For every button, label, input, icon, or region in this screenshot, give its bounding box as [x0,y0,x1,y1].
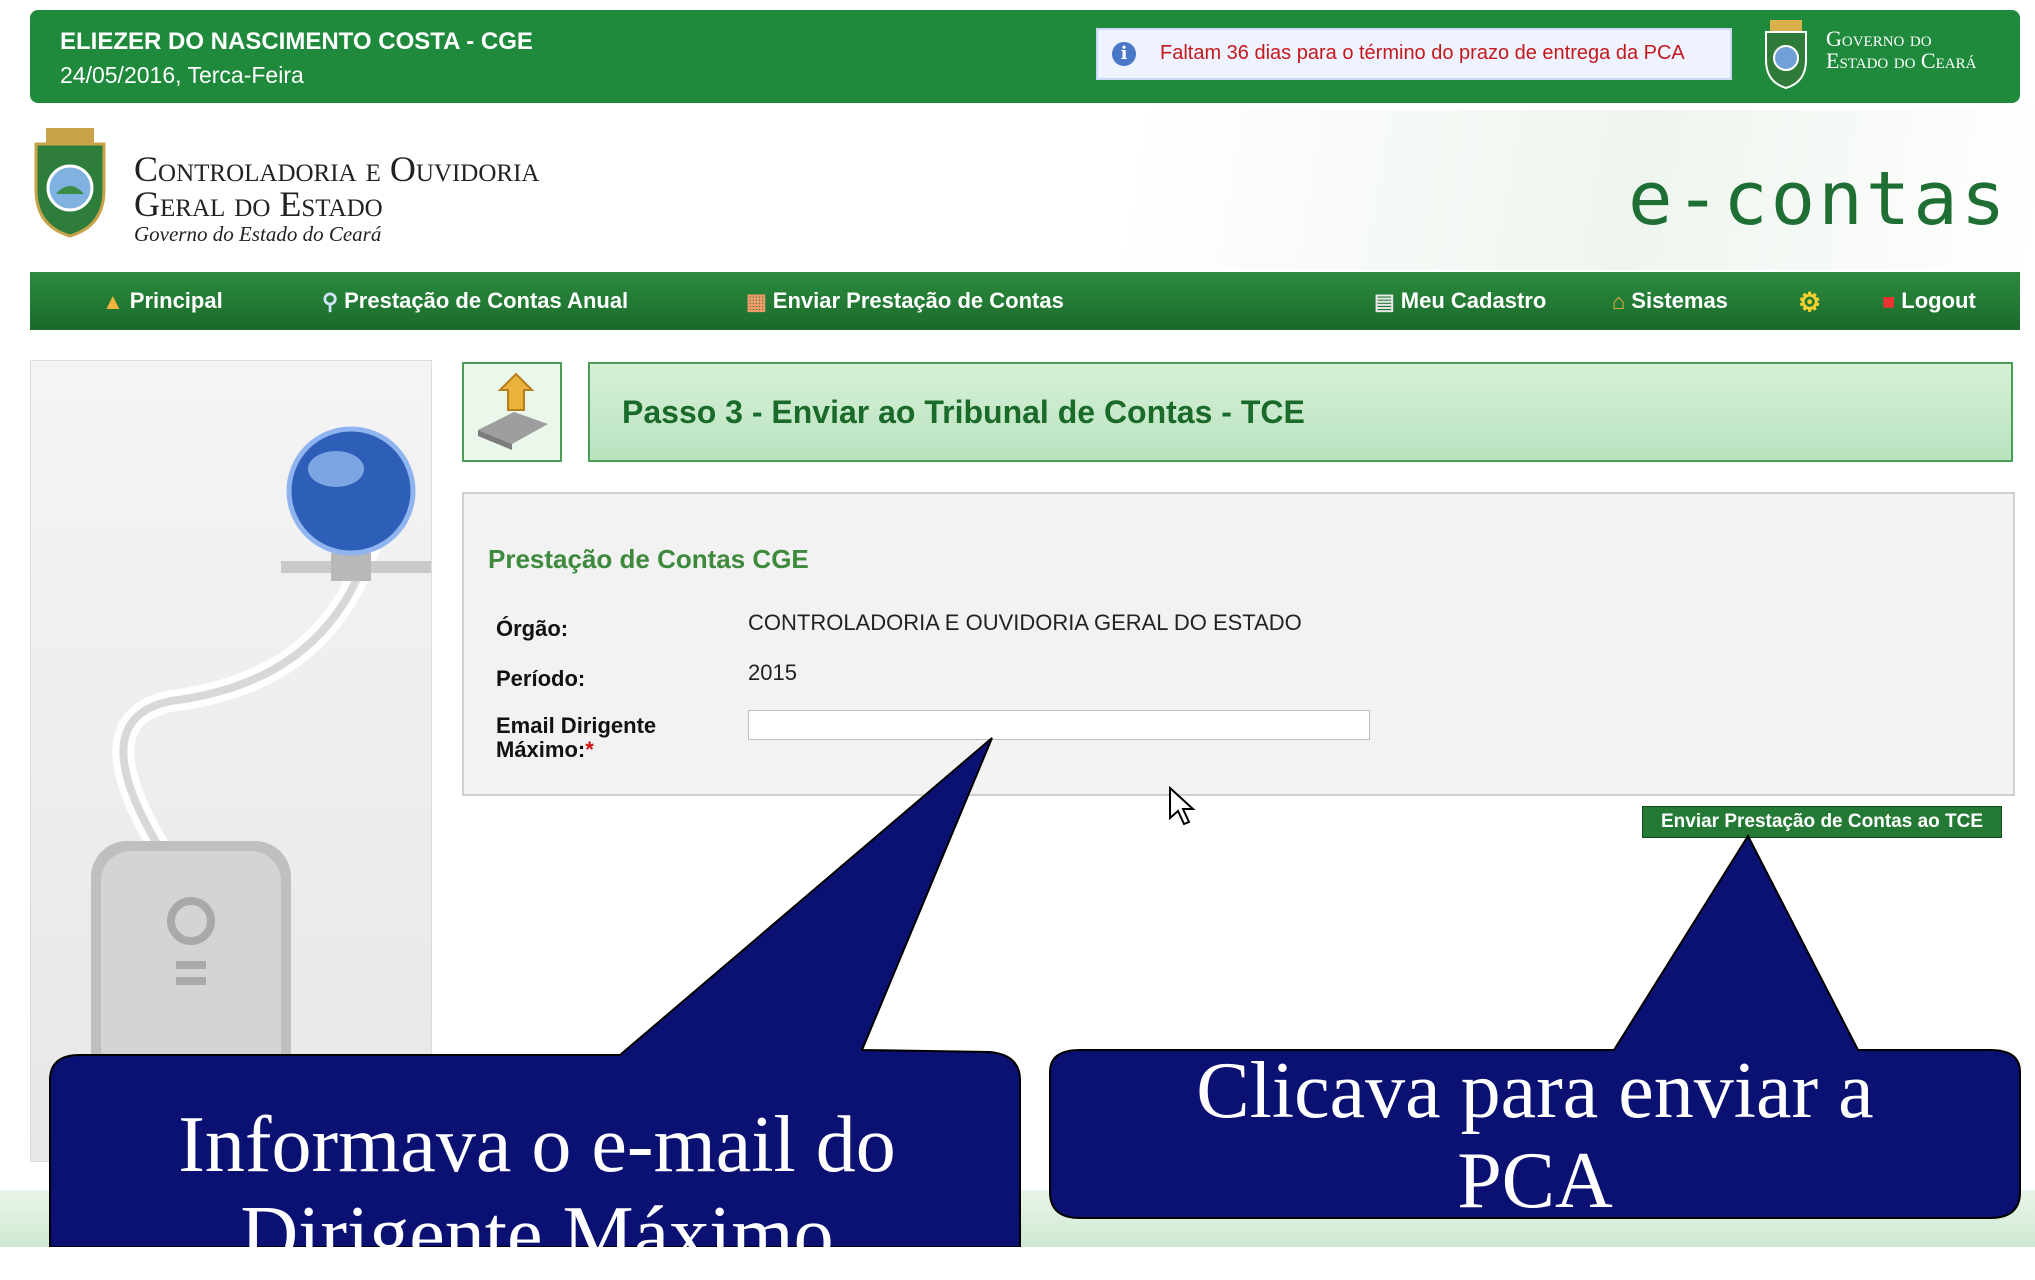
callout-left-line-2: Dirigente Máximo [240,1191,834,1279]
callout-right-text: Clicava para enviar a PCA [1050,1046,2020,1226]
callout-left-text: Informava o e-mail do Dirigente Máximo [52,1100,1022,1280]
callout-left-line-1: Informava o e-mail do [178,1101,896,1189]
callout-right-line-1: Clicava para enviar a [1196,1047,1874,1135]
callout-right-line-2: PCA [1457,1137,1613,1225]
